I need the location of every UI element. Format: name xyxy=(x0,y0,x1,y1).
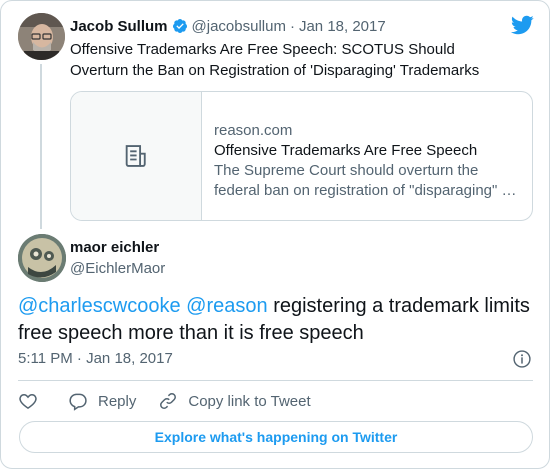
link-thumbnail xyxy=(71,92,202,220)
link-description-line-1: The Supreme Court should overturn the xyxy=(214,162,479,179)
tweet-timestamp[interactable]: 5:11 PM · Jan 18, 2017 xyxy=(18,350,173,367)
tweet-date: Jan 18, 2017 xyxy=(86,350,173,367)
info-icon[interactable] xyxy=(512,349,532,369)
reply-button[interactable]: Reply xyxy=(68,391,136,411)
like-button[interactable] xyxy=(18,391,38,411)
link-preview-card[interactable]: reason.com Offensive Trademarks Are Free… xyxy=(70,91,533,221)
reply-label: Reply xyxy=(98,392,137,410)
avatar-image xyxy=(18,13,65,60)
parent-tweet-text: Offensive Trademarks Are Free Speech: SC… xyxy=(70,41,480,79)
link-icon xyxy=(160,393,177,409)
tweet-time: 5:11 PM xyxy=(18,350,73,367)
main-author-handle[interactable]: @EichlerMaor xyxy=(70,260,165,277)
reply-icon xyxy=(69,393,87,411)
parent-author-avatar[interactable] xyxy=(18,13,65,60)
main-author-avatar[interactable] xyxy=(18,234,66,282)
explore-label: Explore what's happening on Twitter xyxy=(154,429,398,445)
main-author-name[interactable]: maor eichler xyxy=(70,239,159,256)
explore-twitter-button[interactable]: Explore what's happening on Twitter xyxy=(19,421,533,453)
thread-line xyxy=(40,64,42,229)
twitter-bird-icon[interactable] xyxy=(510,15,534,35)
copy-link-label: Copy link to Tweet xyxy=(188,392,311,410)
link-title: Offensive Trademarks Are Free Speech xyxy=(214,142,478,159)
parent-author-name[interactable]: Jacob Sullum xyxy=(70,18,168,35)
verified-badge-icon xyxy=(172,18,188,34)
meta-separator: · xyxy=(289,17,295,35)
parent-tweet-header: Jacob Sullum @jacobsullum · Jan 18, 2017 xyxy=(70,16,386,36)
mention-link[interactable]: @reason xyxy=(186,295,267,317)
link-card-body: reason.com Offensive Trademarks Are Free… xyxy=(202,92,532,220)
avatar-image xyxy=(18,234,66,282)
divider xyxy=(18,380,533,381)
main-tweet-text: @charlescwcooke @reason registering a tr… xyxy=(18,293,538,347)
link-domain: reason.com xyxy=(214,122,293,139)
mention-link[interactable]: @charlescwcooke xyxy=(18,295,181,317)
heart-icon xyxy=(19,393,37,409)
embedded-tweet-card: Jacob Sullum @jacobsullum · Jan 18, 2017… xyxy=(0,0,550,469)
tweet-actions: Reply Copy link to Tweet xyxy=(18,390,333,412)
meta-separator: · xyxy=(76,350,82,367)
copy-link-button[interactable]: Copy link to Tweet xyxy=(158,391,311,411)
article-icon xyxy=(125,145,146,167)
parent-author-handle[interactable]: @jacobsullum xyxy=(192,18,286,35)
link-description-line-2: federal ban on registration of "disparag… xyxy=(214,182,517,199)
parent-tweet-date[interactable]: Jan 18, 2017 xyxy=(299,18,386,35)
